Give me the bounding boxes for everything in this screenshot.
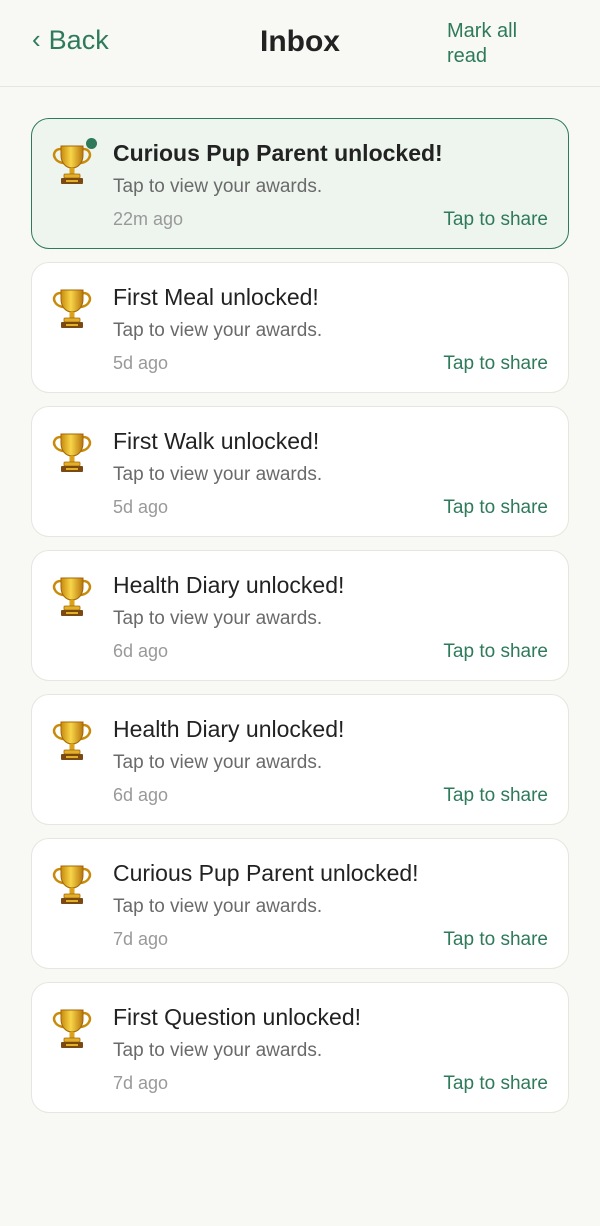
trophy-icon (52, 143, 92, 187)
mark-all-read-button[interactable]: Mark all read (447, 19, 557, 69)
notification-time: 7d ago (113, 929, 169, 949)
notification-subtitle: Tap to view your awards. (113, 176, 323, 197)
notification-title: Health Diary unlocked! (113, 716, 345, 742)
trophy-icon (52, 863, 92, 907)
notification-title: Curious Pup Parent unlocked! (113, 140, 443, 166)
notification-subtitle: Tap to view your awards. (113, 752, 323, 773)
notification-time: 6d ago (113, 641, 169, 661)
inbox-header: ‹ Back Inbox Mark all read (0, 0, 600, 87)
notification-subtitle: Tap to view your awards. (113, 608, 323, 629)
notification-title: Health Diary unlocked! (113, 572, 345, 598)
notification-time: 5d ago (113, 497, 169, 517)
trophy-icon (52, 719, 92, 763)
notification-list: Curious Pup Parent unlocked! Tap to view… (31, 118, 569, 1126)
back-button[interactable]: ‹ Back (32, 24, 109, 56)
share-button[interactable]: Tap to share (443, 209, 548, 231)
notification-card[interactable]: First Meal unlocked! Tap to view your aw… (31, 262, 569, 393)
notification-subtitle: Tap to view your awards. (113, 896, 323, 917)
trophy-icon (52, 287, 92, 331)
back-label: Back (48, 25, 109, 55)
trophy-icon (52, 1007, 92, 1051)
unread-indicator-dot (86, 138, 97, 149)
chevron-left-icon: ‹ (32, 24, 41, 54)
share-button[interactable]: Tap to share (443, 1073, 548, 1095)
notification-card[interactable]: First Walk unlocked! Tap to view your aw… (31, 406, 569, 537)
notification-card[interactable]: Curious Pup Parent unlocked! Tap to view… (31, 838, 569, 969)
notification-time: 5d ago (113, 353, 169, 373)
share-button[interactable]: Tap to share (443, 785, 548, 807)
notification-card[interactable]: Health Diary unlocked! Tap to view your … (31, 694, 569, 825)
notification-title: First Meal unlocked! (113, 284, 319, 310)
trophy-icon (52, 431, 92, 475)
share-button[interactable]: Tap to share (443, 929, 548, 951)
notification-subtitle: Tap to view your awards. (113, 320, 323, 341)
share-button[interactable]: Tap to share (443, 353, 548, 375)
share-button[interactable]: Tap to share (443, 497, 548, 519)
notification-subtitle: Tap to view your awards. (113, 464, 323, 485)
notification-card[interactable]: Curious Pup Parent unlocked! Tap to view… (31, 118, 569, 249)
notification-title: Curious Pup Parent unlocked! (113, 860, 419, 886)
notification-title: First Walk unlocked! (113, 428, 320, 454)
notification-title: First Question unlocked! (113, 1004, 362, 1030)
notification-card[interactable]: First Question unlocked! Tap to view you… (31, 982, 569, 1113)
notification-time: 7d ago (113, 1073, 169, 1093)
notification-card[interactable]: Health Diary unlocked! Tap to view your … (31, 550, 569, 681)
notification-subtitle: Tap to view your awards. (113, 1040, 323, 1061)
share-button[interactable]: Tap to share (443, 641, 548, 663)
trophy-icon (52, 575, 92, 619)
notification-time: 22m ago (113, 209, 184, 229)
notification-time: 6d ago (113, 785, 169, 805)
